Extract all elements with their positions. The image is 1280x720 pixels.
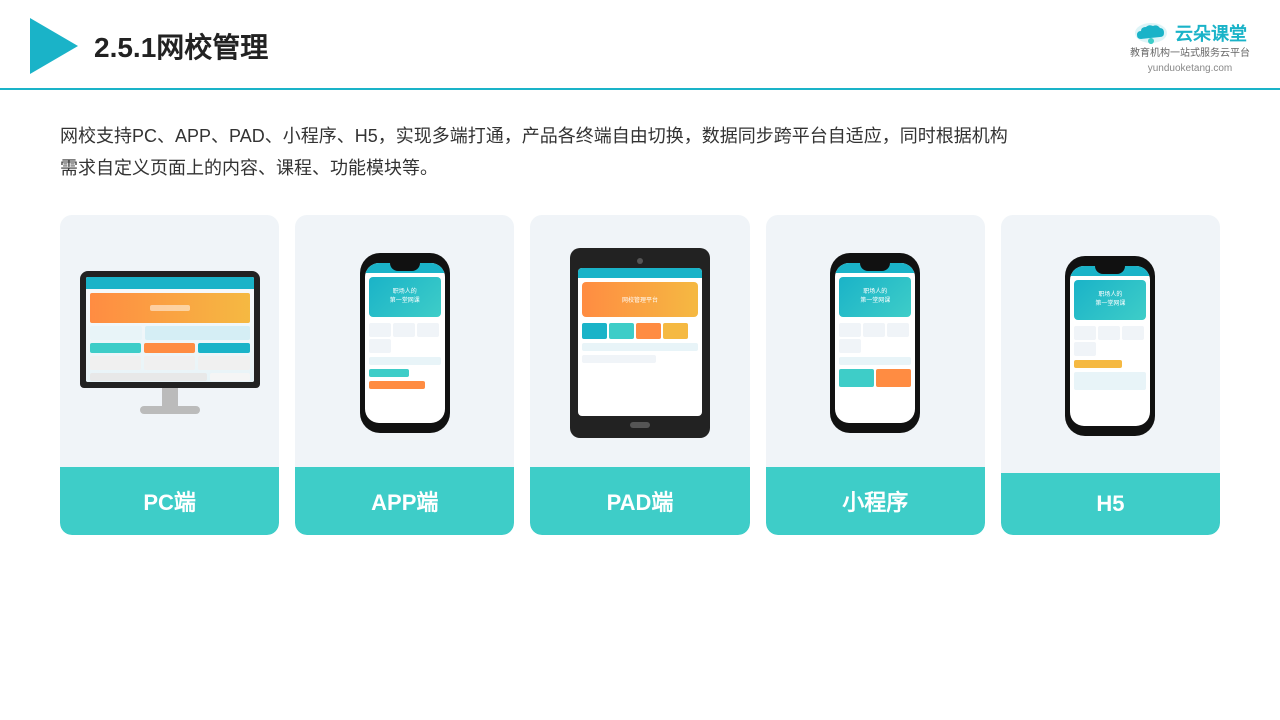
h5-label: H5 <box>1001 473 1220 535</box>
app-image-area: 职场人的第一堂网课 <box>295 215 514 467</box>
header-left: 2.5.1网校管理 <box>30 18 268 74</box>
app-phone-frame: 职场人的第一堂网课 <box>360 253 450 433</box>
main-content: 网校支持PC、APP、PAD、小程序、H5，实现多端打通，产品各终端自由切换，数… <box>0 90 1280 565</box>
h5-phone-screen: 职场人的第一堂网课 <box>1070 266 1150 426</box>
app-card: 职场人的第一堂网课 <box>295 215 514 535</box>
pad-label: PAD端 <box>530 467 749 535</box>
pad-tablet-screen: 网校管理平台 <box>578 268 702 416</box>
miniprogram-image-area: 职场人的第一堂网课 <box>766 215 985 467</box>
brand-tagline: 教育机构一站式服务云平台 <box>1130 47 1250 61</box>
brand-name: 云朵课堂 <box>1175 20 1247 46</box>
h5-card: 职场人的第一堂网课 <box>1001 215 1220 535</box>
page-header: 2.5.1网校管理 云朵课堂 教育机构一站式服务云平台 yunduoketang… <box>0 0 1280 90</box>
h5-phone-frame: 职场人的第一堂网课 <box>1065 256 1155 436</box>
h5-image-area: 职场人的第一堂网课 <box>1001 215 1220 473</box>
miniprogram-card: 职场人的第一堂网课 <box>766 215 985 535</box>
brand-logo: 云朵课堂 <box>1133 19 1247 47</box>
miniprogram-phone-screen: 职场人的第一堂网课 <box>835 263 915 423</box>
pad-tablet-frame: 网校管理平台 <box>570 248 710 438</box>
miniprogram-phone-frame: 职场人的第一堂网课 <box>830 253 920 433</box>
brand-url: yunduoketang.com <box>1148 63 1233 74</box>
pc-card: PC端 <box>60 215 279 535</box>
page-title: 2.5.1网校管理 <box>94 26 268 66</box>
miniprogram-phone-mock: 职场人的第一堂网课 <box>830 253 920 433</box>
header-right: 云朵课堂 教育机构一站式服务云平台 yunduoketang.com <box>1130 19 1250 74</box>
pc-label: PC端 <box>60 467 279 535</box>
description-text: 网校支持PC、APP、PAD、小程序、H5，实现多端打通，产品各终端自由切换，数… <box>60 120 1220 185</box>
app-phone-mock: 职场人的第一堂网课 <box>360 253 450 433</box>
pc-mock <box>80 271 260 414</box>
logo-triangle-icon <box>30 18 78 74</box>
pc-image-area <box>60 215 279 467</box>
monitor-screen <box>86 277 254 382</box>
app-phone-screen: 职场人的第一堂网课 <box>365 263 445 423</box>
cards-grid: PC端 职场人的第一堂网课 <box>60 215 1220 535</box>
monitor-frame <box>80 271 260 388</box>
cloud-icon <box>1133 19 1169 47</box>
monitor-stand-base <box>140 406 200 414</box>
monitor-stand-neck <box>162 388 178 406</box>
pad-tablet-mock: 网校管理平台 <box>570 248 710 438</box>
pad-card: 网校管理平台 <box>530 215 749 535</box>
h5-phone-mock: 职场人的第一堂网课 <box>1065 256 1155 436</box>
pad-image-area: 网校管理平台 <box>530 215 749 467</box>
app-label: APP端 <box>295 467 514 535</box>
miniprogram-label: 小程序 <box>766 467 985 535</box>
